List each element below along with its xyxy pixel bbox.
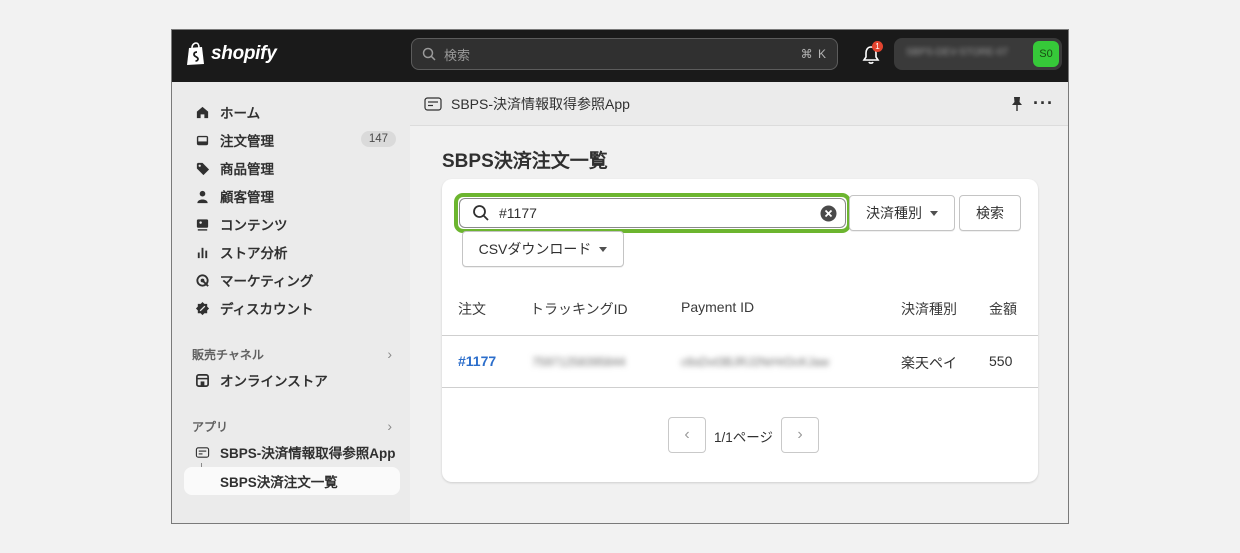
sidebar-item-label: SBPS-決済情報取得参照App bbox=[220, 446, 396, 461]
payment-type-cell: 楽天ペイ bbox=[901, 355, 957, 371]
sidebar-item-label: オンラインストア bbox=[220, 374, 328, 389]
person-icon bbox=[194, 188, 210, 204]
sales-channels-header[interactable]: 販売チャネル › bbox=[192, 344, 392, 364]
table-header-tracking-id: トラッキングID bbox=[530, 301, 628, 317]
search-button-label: 検索 bbox=[976, 205, 1004, 221]
sidebar-item-marketing[interactable]: マーケティング bbox=[184, 266, 400, 294]
app-header: SBPS-決済情報取得参照App ··· bbox=[410, 82, 1068, 126]
sidebar-item-discounts[interactable]: ディスカウント bbox=[184, 294, 400, 322]
amount-cell: 550 bbox=[989, 353, 1013, 369]
sidebar-item-label: 注文管理 bbox=[220, 134, 274, 149]
app-icon bbox=[194, 444, 210, 460]
content-icon bbox=[194, 216, 210, 232]
store-icon bbox=[194, 372, 210, 388]
payment-id-cell: c6sDvt3BJRJ2NrHrDcKJaw bbox=[681, 355, 830, 369]
sidebar-item-label: 商品管理 bbox=[220, 162, 274, 177]
sidebar-subitem-order-list[interactable]: SBPS決済注文一覧 bbox=[184, 467, 400, 495]
previous-page-button[interactable]: ‹ bbox=[668, 417, 706, 453]
bar-chart-icon bbox=[194, 244, 210, 260]
sidebar-item-products[interactable]: 商品管理 bbox=[184, 154, 400, 182]
sidebar-item-label: ホーム bbox=[220, 106, 261, 121]
tag-icon bbox=[194, 160, 210, 176]
sidebar-item-label: ディスカウント bbox=[220, 302, 314, 317]
csv-download-dropdown[interactable]: CSVダウンロード bbox=[462, 231, 624, 267]
notification-badge: 1 bbox=[872, 41, 883, 52]
payment-type-label: 決済種別 bbox=[866, 205, 922, 221]
main-content: SBPS-決済情報取得参照App ··· SBPS決済注文一覧 #1177 決済… bbox=[410, 82, 1068, 523]
csv-download-label: CSVダウンロード bbox=[478, 241, 592, 257]
caret-down-icon bbox=[930, 210, 938, 216]
app-window: shopify 検索 ⌘ K 1 SBPS-DEV-STORE-07 S0 ホー… bbox=[171, 29, 1069, 524]
chevron-left-icon: ‹ bbox=[684, 426, 690, 443]
global-search-input[interactable]: 検索 ⌘ K bbox=[411, 38, 838, 70]
search-icon bbox=[473, 205, 489, 221]
orders-count-badge: 147 bbox=[360, 131, 396, 147]
brand-name: shopify bbox=[211, 43, 277, 64]
sidebar-item-online-store[interactable]: オンラインストア bbox=[184, 366, 400, 394]
sidebar-item-analytics[interactable]: ストア分析 bbox=[184, 238, 400, 266]
more-actions-icon[interactable]: ··· bbox=[1033, 93, 1054, 114]
order-search-field-highlight: #1177 bbox=[454, 193, 851, 233]
divider bbox=[442, 387, 1038, 388]
store-name: SBPS-DEV-STORE-07 bbox=[906, 47, 1009, 58]
sidebar-item-home[interactable]: ホーム bbox=[184, 98, 400, 126]
search-placeholder: 検索 bbox=[444, 47, 471, 63]
sidebar-item-sbps-app[interactable]: SBPS-決済情報取得参照App bbox=[184, 438, 400, 466]
app-icon bbox=[424, 96, 442, 111]
table-header-payment-id: Payment ID bbox=[681, 299, 755, 315]
table-header-amount: 金額 bbox=[989, 301, 1017, 317]
shopping-bag-icon bbox=[187, 42, 204, 65]
sidebar: ホーム 注文管理 147 商品管理 顧客管理 コンテンツ ストア分析 マーケティ… bbox=[172, 82, 410, 523]
sales-channels-heading: 販売チャネル bbox=[192, 347, 264, 362]
order-link[interactable]: #1177 bbox=[458, 353, 496, 369]
table-header-payment-type: 決済種別 bbox=[901, 301, 957, 317]
sidebar-item-label: マーケティング bbox=[220, 274, 314, 289]
home-icon bbox=[194, 104, 210, 120]
chevron-right-icon: › bbox=[387, 346, 392, 362]
order-search-input[interactable]: #1177 bbox=[459, 198, 846, 228]
search-icon bbox=[422, 47, 436, 61]
tracking-id-cell: 75971258395844 bbox=[532, 355, 626, 369]
target-icon bbox=[194, 272, 210, 288]
divider bbox=[442, 335, 1038, 336]
shopify-logo[interactable]: shopify bbox=[186, 42, 277, 66]
orders-card: #1177 決済種別 検索 CSVダウンロード 注文 トラッキングID Paym… bbox=[442, 179, 1038, 482]
sidebar-item-label: SBPS決済注文一覧 bbox=[220, 475, 338, 490]
page-title: SBPS決済注文一覧 bbox=[442, 151, 608, 172]
top-bar: shopify 検索 ⌘ K 1 SBPS-DEV-STORE-07 S0 bbox=[172, 30, 1068, 82]
clear-icon[interactable] bbox=[820, 205, 837, 222]
table-header-order: 注文 bbox=[458, 301, 486, 317]
sidebar-item-label: コンテンツ bbox=[220, 218, 288, 233]
search-button[interactable]: 検索 bbox=[959, 195, 1021, 231]
apps-header[interactable]: アプリ › bbox=[192, 416, 392, 436]
payment-type-dropdown[interactable]: 決済種別 bbox=[849, 195, 955, 231]
next-page-button[interactable]: › bbox=[781, 417, 819, 453]
app-title: SBPS-決済情報取得参照App bbox=[451, 95, 630, 112]
sidebar-item-label: ストア分析 bbox=[220, 246, 288, 261]
pin-icon[interactable] bbox=[1010, 96, 1024, 112]
pagination-label: 1/1ページ bbox=[714, 430, 773, 445]
order-search-value: #1177 bbox=[499, 205, 537, 221]
chevron-right-icon: › bbox=[387, 418, 392, 434]
inbox-icon bbox=[194, 132, 210, 148]
search-shortcut: ⌘ K bbox=[800, 47, 827, 61]
discount-icon bbox=[194, 300, 210, 316]
sidebar-item-content[interactable]: コンテンツ bbox=[184, 210, 400, 238]
sidebar-item-orders[interactable]: 注文管理 147 bbox=[184, 126, 400, 154]
apps-heading: アプリ bbox=[192, 419, 229, 434]
chevron-right-icon: › bbox=[797, 426, 803, 443]
caret-down-icon bbox=[599, 246, 608, 252]
sidebar-item-label: 顧客管理 bbox=[220, 190, 274, 205]
avatar: S0 bbox=[1033, 41, 1059, 67]
account-menu[interactable]: SBPS-DEV-STORE-07 S0 bbox=[894, 38, 1062, 70]
sidebar-item-customers[interactable]: 顧客管理 bbox=[184, 182, 400, 210]
